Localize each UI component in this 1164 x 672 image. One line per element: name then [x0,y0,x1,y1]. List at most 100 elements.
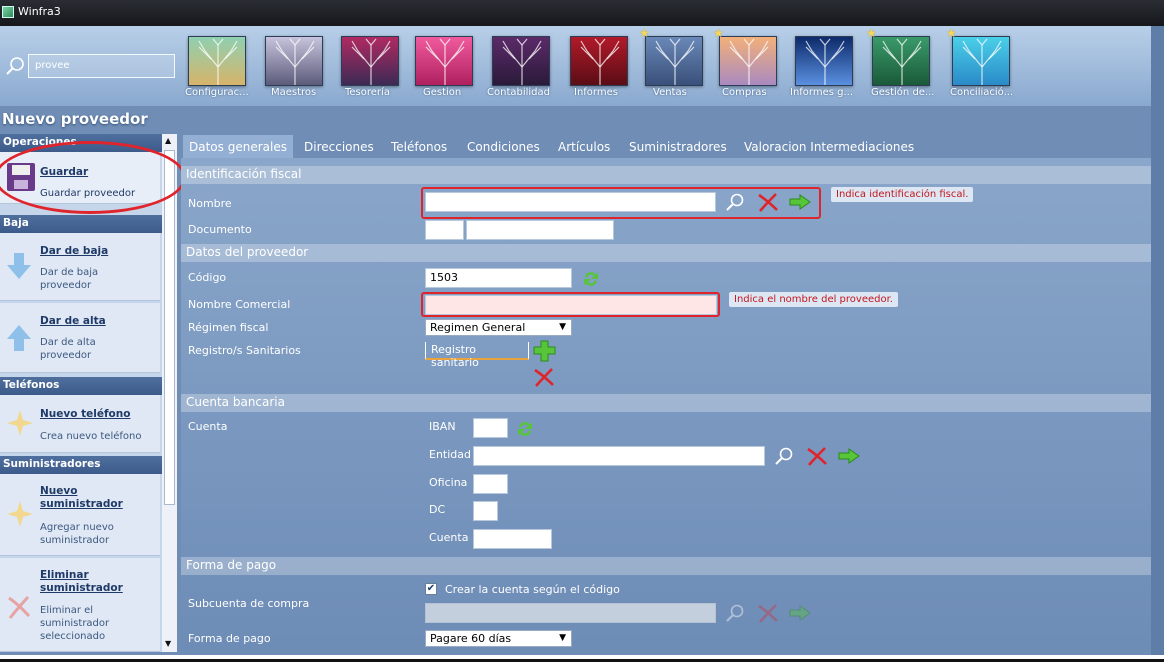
regimen-fiscal-label: Régimen fiscal [188,321,269,334]
add-plus-icon[interactable] [533,340,557,362]
go-arrow-icon[interactable] [838,448,860,464]
tab-valoracion[interactable]: Valoracion Intermediaciones [738,135,920,159]
go-arrow-icon[interactable] [789,194,811,210]
app-logo-icon [2,6,14,18]
app-tile-5[interactable] [570,36,628,86]
oficina-input[interactable] [473,474,508,494]
operations-scrollbar[interactable]: ▲ ▼ [162,134,177,652]
cuenta-num-input[interactable] [473,529,552,549]
section-forma-pago: Forma de pago [181,557,1151,575]
remove-x-icon[interactable] [533,367,555,387]
tree-icon [805,38,845,85]
search-icon[interactable] [725,603,745,623]
app-tile-label[interactable]: Informes [574,87,618,98]
crear-cuenta-checkbox[interactable]: ✔ [425,583,437,595]
tree-icon [729,38,769,85]
nombre-comercial-label: Nombre Comercial [188,298,291,311]
app-tile-label[interactable]: Configurac... [185,87,249,98]
clear-x-icon[interactable] [757,603,779,623]
documento-input[interactable] [466,220,614,240]
documento-label: Documento [188,223,252,236]
app-tile-label[interactable]: Maestros [271,87,316,98]
app-tile-label[interactable]: Tesorería [345,87,390,98]
search-icon[interactable] [774,446,794,466]
tab-datos-generales[interactable]: Datos generales [183,135,293,159]
documento-type-input[interactable] [425,220,464,240]
eliminar-suministrador-action[interactable]: Eliminar suministrador Eliminar el sumin… [0,558,160,652]
tree-icon [882,38,922,85]
section-telefonos: Teléfonos [0,377,162,395]
iban-input[interactable] [473,418,508,438]
refresh-icon[interactable] [515,419,535,439]
regimen-fiscal-value: Regimen General [430,321,526,334]
nombre-input[interactable] [425,192,716,212]
refresh-icon[interactable] [581,269,601,289]
chevron-down-icon: ▼ [559,322,566,332]
iban-label: IBAN [429,420,456,433]
app-tile-label[interactable]: Contabilidad [487,87,550,98]
nuevo-suministrador-action[interactable]: Nuevo suministrador Agregar nuevo sumini… [0,474,160,556]
app-tile-6[interactable] [645,36,703,86]
nuevo-suministrador-title2: suministrador [40,498,123,510]
tab-suministradores[interactable]: Suministradores [623,135,733,159]
regimen-fiscal-select[interactable]: Regimen General ▼ [425,319,572,336]
section-identificacion-fiscal: Identificación fiscal [181,166,1151,184]
app-tile-2[interactable] [341,36,399,86]
page-title: Nuevo proveedor [2,110,148,128]
entidad-input[interactable] [473,446,765,466]
codigo-input[interactable]: 1503 [425,268,572,288]
app-tile-0[interactable] [188,36,246,86]
dar-de-alta-action[interactable]: Dar de alta Dar de alta proveedor [0,303,160,373]
forma-pago-select[interactable]: Pagare 60 días ▼ [425,630,572,647]
subcuenta-input[interactable] [425,603,716,623]
eliminar-suministrador-desc2: suministrador [40,618,110,629]
cuenta-num-label: Cuenta [429,531,469,544]
codigo-label: Código [188,271,227,284]
app-tile-10[interactable] [952,36,1010,86]
tab-articulos[interactable]: Artículos [552,135,616,159]
section-datos-proveedor: Datos del proveedor [181,244,1151,262]
app-tile-label[interactable]: Ventas [653,87,687,98]
nombre-label: Nombre [188,197,232,210]
app-tile-7[interactable] [719,36,777,86]
clear-x-icon[interactable] [757,192,779,212]
app-tile-3[interactable] [415,36,473,86]
app-tile-1[interactable] [265,36,323,86]
tab-bar: Datos generales Direcciones Teléfonos Co… [183,135,1143,159]
go-arrow-icon[interactable] [789,605,811,621]
app-tile-9[interactable] [872,36,930,86]
dar-de-alta-desc1: Dar de alta [40,337,96,348]
forma-pago-value: Pagare 60 días [430,632,512,645]
dar-de-baja-action[interactable]: Dar de baja Dar de baja proveedor [0,233,160,301]
scroll-up-icon[interactable]: ▲ [165,136,171,145]
tab-condiciones[interactable]: Condiciones [461,135,546,159]
tip-fiscal: Indica identificación fiscal. [831,187,974,202]
clear-x-icon[interactable] [806,446,828,466]
app-tile-label[interactable]: Compras [722,87,767,98]
app-tile-4[interactable] [492,36,550,86]
tab-direcciones[interactable]: Direcciones [298,135,380,159]
search-area: provee [0,52,178,82]
entidad-label: Entidad [429,448,471,461]
registros-label: Registro/s Sanitarios [188,344,301,357]
app-tile-label[interactable]: Informes g... [790,87,853,98]
app-tile-label[interactable]: Gestion [423,87,461,98]
tab-telefonos[interactable]: Teléfonos [385,135,453,159]
search-icon[interactable] [725,192,745,212]
subcuenta-label: Subcuenta de compra [188,597,310,610]
dar-de-alta-title: Dar de alta [40,315,106,327]
app-tile-label[interactable]: Gestión de... [871,87,934,98]
nuevo-telefono-action[interactable]: Nuevo teléfono Crea nuevo teléfono [0,395,160,453]
registro-sanitario-button[interactable]: Registro sanitario [425,342,529,369]
scroll-thumb[interactable] [164,150,175,505]
tip-nombre: Indica el nombre del proveedor. [729,292,898,307]
dc-input[interactable] [473,501,498,521]
search-icon[interactable] [4,55,26,77]
app-tile-8[interactable] [795,36,853,86]
tree-icon [351,38,391,85]
dar-de-alta-desc2: proveedor [40,350,92,361]
nombre-comercial-input[interactable] [425,295,717,315]
scroll-down-icon[interactable]: ▼ [165,639,171,648]
app-tile-label[interactable]: Conciliació... [950,87,1013,98]
search-input[interactable]: provee [28,54,175,78]
